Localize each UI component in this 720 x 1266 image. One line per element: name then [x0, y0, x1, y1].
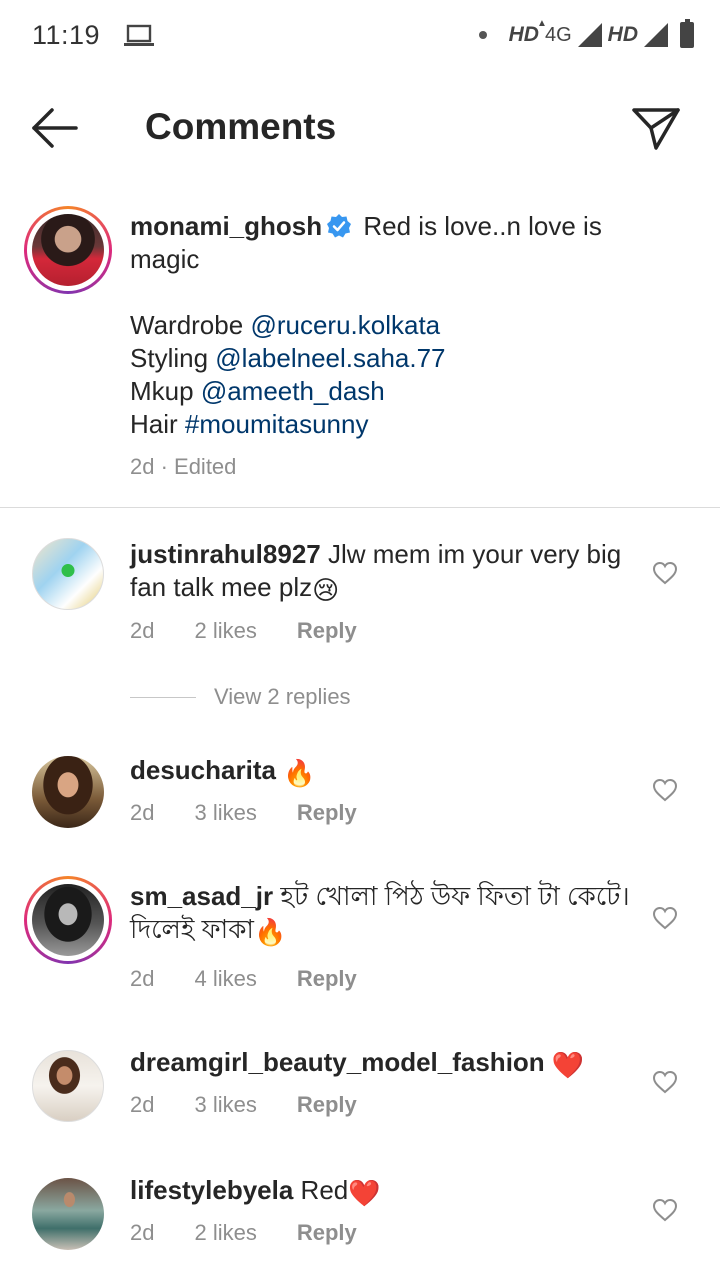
heart-outline-icon[interactable] — [652, 561, 678, 585]
story-ring[interactable] — [24, 206, 112, 294]
comment-username[interactable]: lifestylebyela — [130, 1175, 293, 1205]
heart-outline-icon[interactable] — [652, 778, 678, 802]
comment-item: justinrahul8927 Jlw mem im your very big… — [0, 536, 720, 656]
comment-text: desucharita 🔥 — [130, 754, 630, 790]
reply-button[interactable]: Reply — [297, 966, 357, 992]
status-icons: HD ▲ 4G HD — [478, 18, 694, 52]
avatar[interactable] — [32, 214, 104, 286]
wardrobe-mention[interactable]: @ruceru.kolkata — [250, 310, 440, 340]
battery-icon — [680, 19, 694, 48]
status-time: 11:19 — [32, 20, 101, 50]
story-ring[interactable] — [24, 876, 112, 964]
avatar[interactable] — [32, 884, 104, 956]
comment-text: sm_asad_jr হট খোলা পিঠ উফ ফিতা টা কেটে।দ… — [130, 880, 630, 949]
view-replies-button[interactable]: View 2 replies — [130, 684, 351, 710]
comment-likes[interactable]: 3 likes — [194, 1092, 256, 1118]
comment-emoji: ❤️ — [348, 1178, 381, 1208]
hair-label: Hair — [130, 409, 178, 439]
avatar[interactable] — [32, 1050, 104, 1122]
reply-button[interactable]: Reply — [297, 1220, 357, 1246]
comment-username[interactable]: desucharita — [130, 755, 276, 785]
avatar[interactable] — [32, 538, 104, 610]
laptop-icon — [124, 24, 154, 46]
signal-icon — [577, 23, 602, 47]
comment-text: justinrahul8927 Jlw mem im your very big… — [130, 538, 630, 607]
page-title: Comments — [145, 106, 337, 147]
comment-time: 2d — [130, 618, 155, 643]
comment-emoji: 😢 — [312, 575, 340, 605]
header: Comments — [0, 80, 720, 176]
comment-time: 2d — [130, 966, 155, 991]
caption-username[interactable]: monami_ghosh — [130, 211, 322, 241]
verified-badge-icon — [327, 214, 352, 238]
comment-meta: 2d 2 likes Reply — [130, 1220, 397, 1246]
comment-text: lifestylebyela Red❤️ — [130, 1174, 630, 1210]
reply-button[interactable]: Reply — [297, 618, 357, 644]
signal-icon-2 — [644, 23, 668, 47]
comment-time: 2d — [130, 800, 155, 825]
caption-text: monami_ghosh Red is love..n love is magi… — [130, 210, 670, 441]
view-replies-label: View 2 replies — [214, 684, 351, 709]
comment-likes[interactable]: 2 likes — [194, 618, 256, 644]
comment-emoji: 🔥 — [253, 917, 287, 947]
avatar[interactable] — [32, 756, 104, 828]
mkup-label: Mkup — [130, 376, 194, 406]
comment-meta: 2d 4 likes Reply — [130, 966, 397, 992]
comment-item: sm_asad_jr হট খোলা পিঠ উফ ফিতা টা কেটে।দ… — [0, 876, 720, 996]
wardrobe-label: Wardrobe — [130, 310, 244, 340]
comment-emoji: ❤️ — [551, 1050, 585, 1080]
hair-hashtag[interactable]: #moumitasunny — [185, 409, 369, 439]
comment-username[interactable]: sm_asad_jr — [130, 881, 273, 911]
reply-button[interactable]: Reply — [297, 800, 357, 826]
comment-emoji: 🔥 — [283, 758, 316, 788]
comment-meta: 2d 3 likes Reply — [130, 800, 397, 826]
heart-outline-icon[interactable] — [652, 1070, 678, 1094]
avatar[interactable] — [32, 1178, 104, 1250]
comment-item: dreamgirl_beauty_model_fashion ❤️ 2d 3 l… — [0, 1046, 720, 1136]
status-bar: 11:19 HD ▲ 4G HD — [0, 0, 720, 72]
divider-line — [130, 696, 196, 698]
comment-item: lifestylebyela Red❤️ 2d 2 likes Reply — [0, 1174, 720, 1264]
comment-username[interactable]: dreamgirl_beauty_model_fashion — [130, 1047, 545, 1077]
comment-meta: 2d 2 likes Reply — [130, 618, 397, 644]
mkup-mention[interactable]: @ameeth_dash — [201, 376, 385, 406]
network-type: ▲ 4G — [537, 18, 572, 47]
comment-time: 2d — [130, 1092, 155, 1117]
hd-indicator: HD — [508, 23, 539, 46]
direct-send-icon[interactable] — [630, 102, 682, 154]
data-arrow-icon: ▲ — [536, 17, 547, 29]
comment-body: Red — [300, 1175, 349, 1205]
heart-outline-icon[interactable] — [652, 1198, 678, 1222]
post-caption: monami_ghosh Red is love..n love is magi… — [0, 190, 720, 508]
styling-label: Styling — [130, 343, 209, 373]
network-label: 4G — [544, 23, 572, 46]
comment-text: dreamgirl_beauty_model_fashion ❤️ — [130, 1046, 640, 1082]
comment-likes[interactable]: 2 likes — [194, 1220, 256, 1246]
comment-time: 2d — [130, 1220, 155, 1245]
heart-outline-icon[interactable] — [652, 906, 678, 930]
reply-button[interactable]: Reply — [297, 1092, 357, 1118]
notification-dot-icon — [478, 31, 487, 39]
back-arrow-icon[interactable] — [30, 106, 80, 150]
caption-meta: 2d · Edited — [130, 454, 237, 479]
comment-likes[interactable]: 4 likes — [194, 966, 256, 992]
comment-meta: 2d 3 likes Reply — [130, 1092, 397, 1118]
styling-mention[interactable]: @labelneel.saha.77 — [215, 343, 445, 373]
comment-item: desucharita 🔥 2d 3 likes Reply — [0, 754, 720, 844]
hd-indicator-2: HD — [607, 23, 638, 46]
comment-username[interactable]: justinrahul8927 — [130, 539, 321, 569]
comment-likes[interactable]: 3 likes — [194, 800, 256, 826]
